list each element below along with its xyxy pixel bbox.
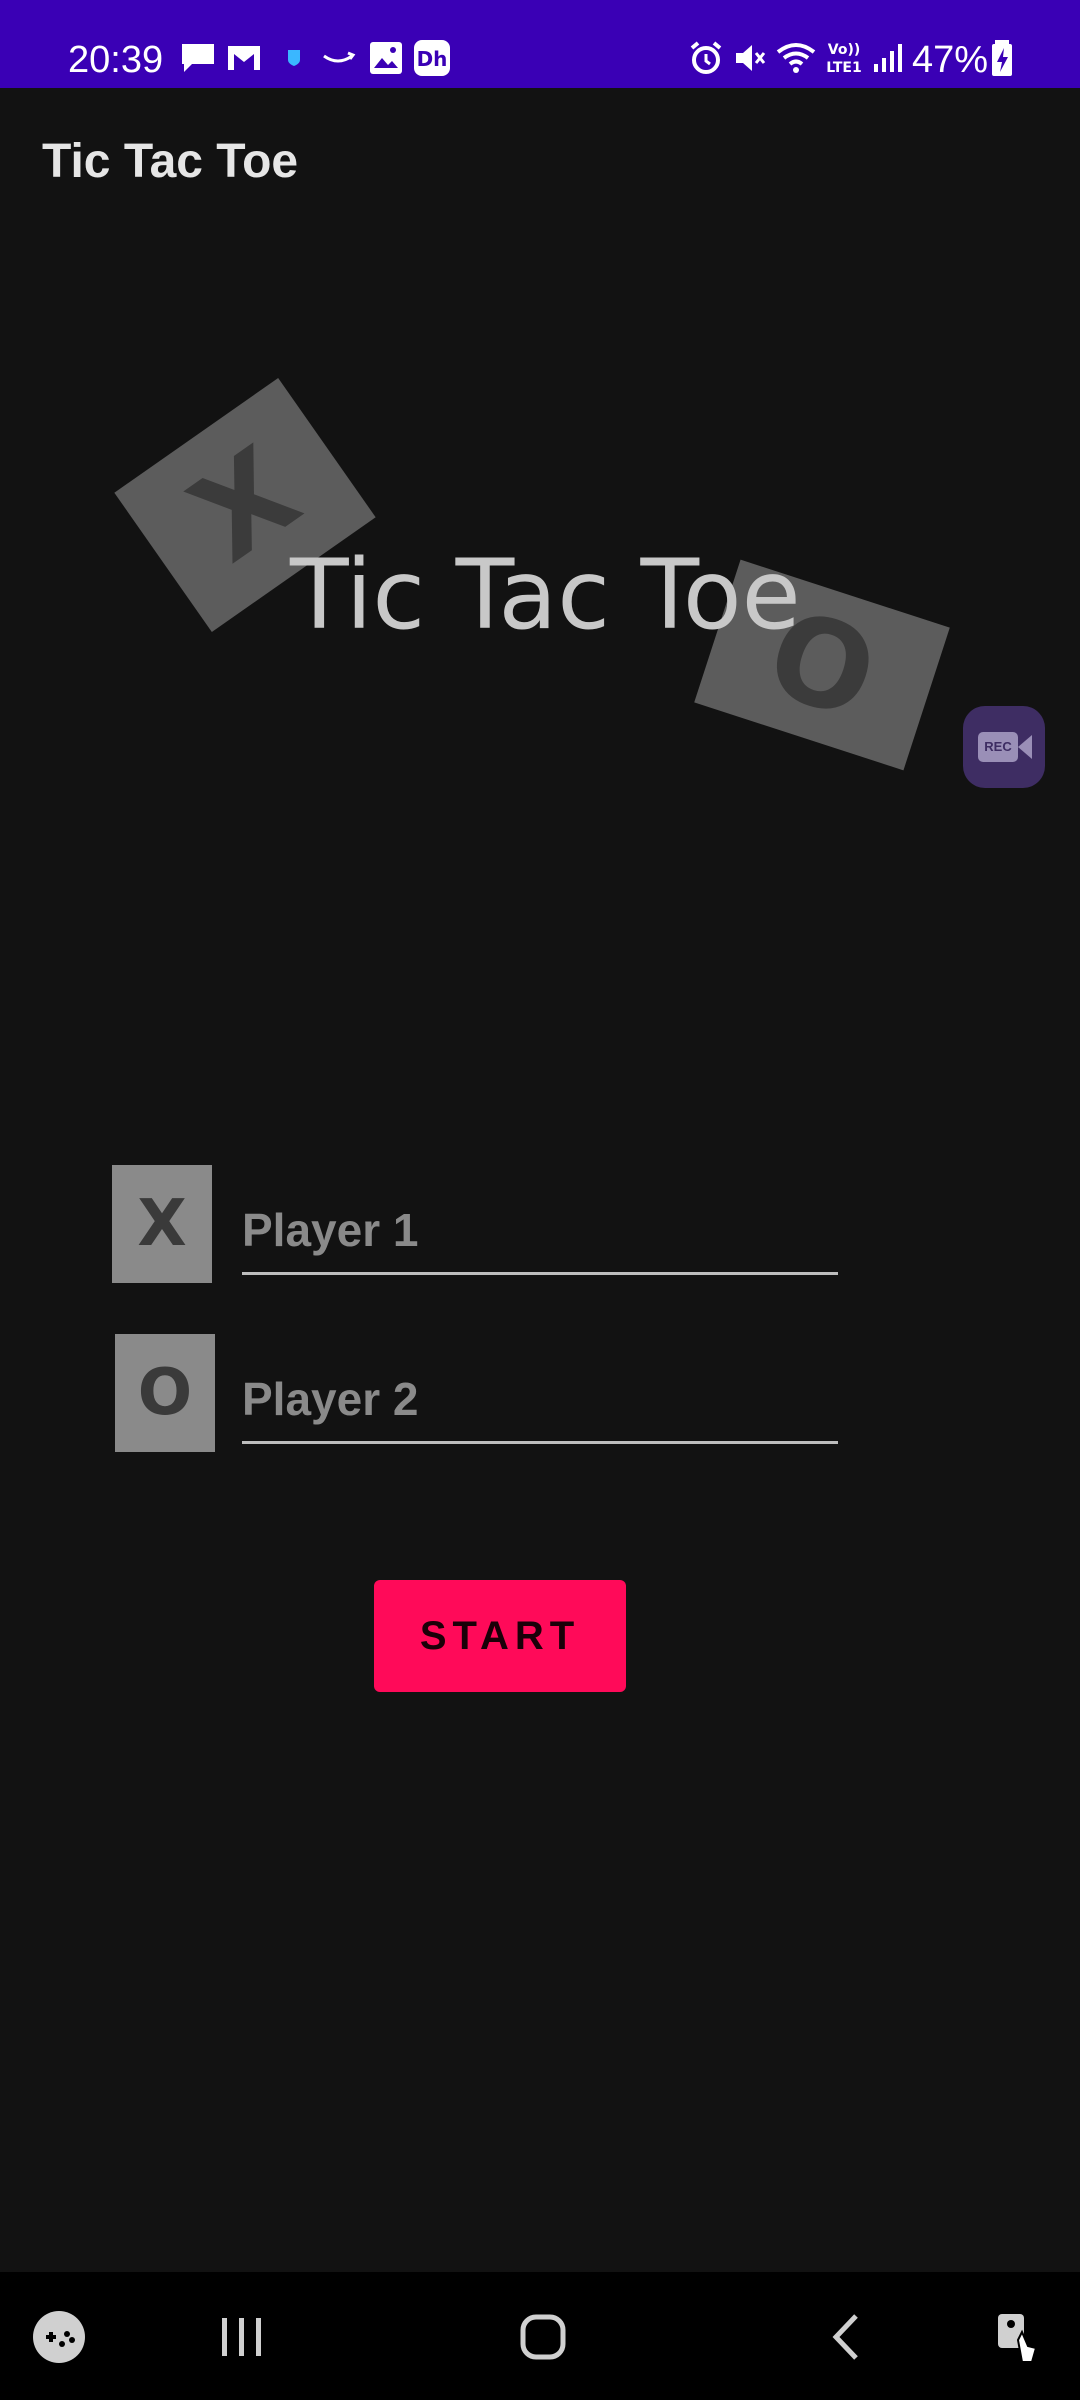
gallery-icon [370,42,402,74]
video-record-icon: REC [978,732,1018,762]
status-bar: 20:39 Dh Vo)) LTE1 47% [0,0,1080,88]
accessibility-icon[interactable] [974,2292,1064,2382]
screen-record-button[interactable]: REC [963,706,1045,788]
svg-text:LTE1: LTE1 [826,60,861,76]
player2-symbol: O [137,1356,193,1430]
volte-icon: Vo)) LTE1 [826,42,861,76]
battery-level: 47% [912,39,989,81]
recents-icon[interactable] [196,2292,286,2382]
logo-title: Tic Tac Toe [290,539,801,651]
svg-text:Vo)): Vo)) [828,42,860,58]
player2-symbol-badge: O [115,1334,215,1452]
hotstar-icon: Dh [414,40,450,76]
amazon-icon [323,51,356,63]
message-icon [182,44,214,72]
alarm-icon [690,41,722,74]
mute-icon [736,45,766,71]
game-launcher-icon[interactable] [14,2292,104,2382]
player2-name-input[interactable] [242,1363,838,1444]
start-button[interactable]: START [374,1580,626,1692]
app-title: Tic Tac Toe [42,135,299,188]
player1-name-input[interactable] [242,1194,838,1275]
player1-symbol-badge: X [112,1165,212,1283]
svg-text:Dh: Dh [417,47,448,71]
gmail-icon [228,46,260,70]
signal-icon [874,44,902,72]
shield-icon [288,50,300,66]
wifi-icon [776,43,816,73]
status-time: 20:39 [68,39,164,81]
back-icon[interactable] [802,2292,892,2382]
battery-charging-icon [992,40,1012,76]
screen: 20:39 Dh Vo)) LTE1 47% Tic Tac Toe X O T… [0,0,1080,2400]
player1-symbol: X [137,1187,187,1261]
navigation-bar [0,2272,1080,2400]
rec-lens [1018,735,1032,759]
home-icon[interactable] [498,2292,588,2382]
